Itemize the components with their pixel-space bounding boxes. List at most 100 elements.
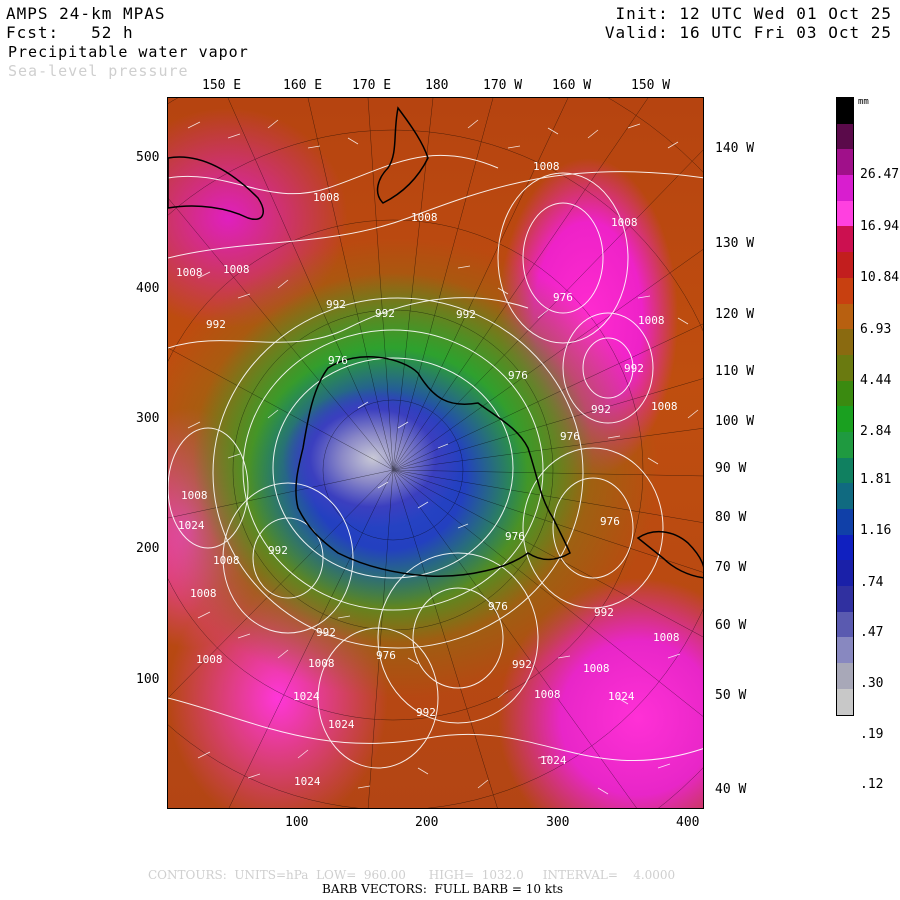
colorbar-segment — [837, 509, 853, 535]
colorbar-segment — [837, 123, 853, 150]
colorbar-label: 16.94 — [860, 219, 900, 234]
lon-label: 150 E — [202, 78, 242, 93]
isobar-label: 992 — [268, 544, 288, 557]
isobar-label: 976 — [505, 530, 525, 543]
colorbar-segment — [837, 534, 853, 561]
colorbar — [836, 97, 854, 716]
colorbar-label: .19 — [860, 727, 884, 742]
lon-label: 140 W — [715, 141, 755, 156]
colorbar-segment — [837, 688, 853, 715]
contour-info: CONTOURS: UNITS=hPa LOW= 960.00 HIGH= 10… — [148, 868, 676, 882]
colorbar-segment — [837, 98, 853, 124]
lon-label: 100 W — [715, 414, 755, 429]
x-tick-label: 100 — [285, 815, 309, 830]
isobar-label: 1024 — [294, 775, 321, 788]
colorbar-segment — [837, 149, 853, 176]
isobar-label: 1008 — [190, 587, 217, 600]
lon-label: 70 W — [715, 560, 747, 575]
isobar-label: 1024 — [540, 754, 567, 767]
y-tick-label: 100 — [136, 672, 160, 687]
colorbar-segment — [837, 431, 853, 458]
colorbar-label: 1.16 — [860, 523, 892, 538]
isobar-label: 1008 — [308, 657, 335, 670]
lon-label: 160 W — [552, 78, 592, 93]
colorbar-segment — [837, 663, 853, 689]
colorbar-segment — [837, 560, 853, 587]
map-overlay: 1008 1008 1008 1008 1008 1008 1008 1008 … — [168, 98, 703, 808]
isobar-label: 1024 — [293, 690, 320, 703]
y-tick-label: 300 — [136, 411, 160, 426]
colorbar-label: 10.84 — [860, 270, 900, 285]
isobar-label: 992 — [456, 308, 476, 321]
isobar-label: 976 — [376, 649, 396, 662]
colorbar-label: 6.93 — [860, 322, 892, 337]
isobar-label: 992 — [624, 362, 644, 375]
isobar-label: 1008 — [638, 314, 665, 327]
isobar-label: 1008 — [196, 653, 223, 666]
isobar-label: 1008 — [611, 216, 638, 229]
lon-label: 110 W — [715, 364, 755, 379]
colorbar-label: .12 — [860, 777, 884, 792]
colorbar-segment — [837, 252, 853, 278]
isobar-label: 1008 — [181, 489, 208, 502]
x-tick-label: 400 — [676, 815, 700, 830]
y-tick-label: 400 — [136, 281, 160, 296]
colorbar-label: 4.44 — [860, 373, 892, 388]
colorbar-segment — [837, 354, 853, 381]
colorbar-label: .30 — [860, 676, 884, 691]
lon-label: 150 W — [631, 78, 671, 93]
isobar-label: 1008 — [534, 688, 561, 701]
isobar-label: 1008 — [176, 266, 203, 279]
colorbar-segment — [837, 483, 853, 509]
isobar-label: 1024 — [608, 690, 635, 703]
isobar-label: 1024 — [178, 519, 205, 532]
precipitable-water-map: 1008 1008 1008 1008 1008 1008 1008 1008 … — [167, 97, 704, 809]
isobar-label: 976 — [553, 291, 573, 304]
isobar-label: 992 — [416, 706, 436, 719]
colorbar-label: 26.47 — [860, 167, 900, 182]
x-tick-label: 300 — [546, 815, 570, 830]
colorbar-segment — [837, 329, 853, 355]
isobar-label: 992 — [375, 307, 395, 320]
isobar-label: 976 — [560, 430, 580, 443]
colorbar-label: .47 — [860, 625, 884, 640]
isobar-label: 992 — [326, 298, 346, 311]
isobar-label: 976 — [600, 515, 620, 528]
colorbar-segment — [837, 457, 853, 484]
isobar-label: 1024 — [328, 718, 355, 731]
isobar-label: 976 — [328, 354, 348, 367]
isobar-label: 992 — [594, 606, 614, 619]
init-time: Init: 12 UTC Wed 01 Oct 25 — [615, 4, 892, 23]
primary-field-label: Precipitable water vapor — [8, 43, 249, 61]
isobar-label: 1008 — [583, 662, 610, 675]
colorbar-segment — [837, 380, 853, 407]
lon-label: 120 W — [715, 307, 755, 322]
lon-label: 170 E — [352, 78, 392, 93]
model-title: AMPS 24-km MPAS — [6, 4, 166, 23]
lon-label: 160 E — [283, 78, 323, 93]
lon-label: 40 W — [715, 782, 747, 797]
isobar-label: 992 — [591, 403, 611, 416]
lon-label: 60 W — [715, 618, 747, 633]
isobar-label: 1008 — [651, 400, 678, 413]
isobar-label: 992 — [206, 318, 226, 331]
colorbar-segment — [837, 175, 853, 201]
colorbar-segment — [837, 406, 853, 432]
colorbar-units: mm — [858, 97, 869, 107]
lon-label: 50 W — [715, 688, 747, 703]
y-tick-label: 200 — [136, 541, 160, 556]
colorbar-label: .74 — [860, 575, 884, 590]
lon-label: 90 W — [715, 461, 747, 476]
lon-label: 180 — [425, 78, 449, 93]
isobar-label: 1008 — [213, 554, 240, 567]
colorbar-segment — [837, 637, 853, 664]
colorbar-segment — [837, 586, 853, 612]
secondary-field-label: Sea-level pressure — [8, 62, 189, 80]
colorbar-segment — [837, 611, 853, 638]
colorbar-label: 1.81 — [860, 472, 892, 487]
lon-label: 130 W — [715, 236, 755, 251]
valid-time: Valid: 16 UTC Fri 03 Oct 25 — [604, 23, 892, 42]
isobars — [168, 154, 703, 769]
colorbar-label: 2.84 — [860, 424, 892, 439]
isobar-label: 1008 — [653, 631, 680, 644]
